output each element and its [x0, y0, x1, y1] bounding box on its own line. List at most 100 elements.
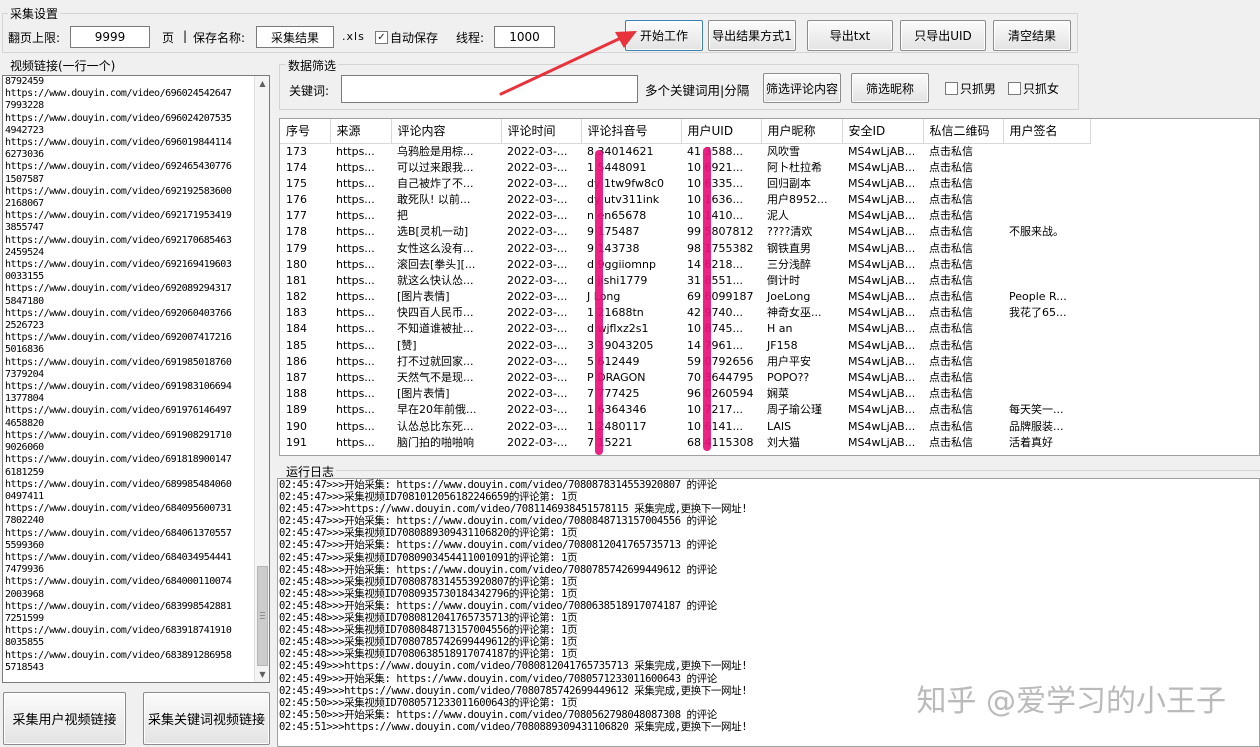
save-name-input[interactable]: [256, 26, 334, 48]
table-cell: 178: [286, 225, 307, 239]
table-cell[interactable]: 点击私信: [923, 321, 1003, 337]
table-row[interactable]: 178 https... 选B[灵机一动] 2022-03-... 9 175487 99…: [280, 224, 1090, 240]
page-unit-label: 页: [162, 31, 175, 45]
table-row[interactable]: 176 https... 敢死队! 以前... 2022-03-... dy utv31…: [280, 192, 1090, 208]
column-header[interactable]: 来源: [330, 119, 392, 144]
table-cell: https...: [336, 354, 375, 368]
table-cell: 68 4115308: [687, 435, 754, 449]
table-cell: https...: [336, 290, 375, 304]
table-cell: 认怂总比东死...: [397, 419, 474, 433]
table-cell: [1003, 143, 1090, 160]
table-row[interactable]: 175 https... 自己被炸了不... 2022-03-... dy 1tw9fw…: [280, 176, 1090, 192]
column-header[interactable]: 安全ID: [842, 119, 924, 144]
table-row[interactable]: 191 https... 脑门拍的啪啪响 2022-03-... 7 15221 68 4…: [280, 435, 1090, 451]
column-header[interactable]: 序号: [280, 119, 331, 144]
scroll-down-icon[interactable]: ▼: [255, 667, 269, 682]
table-cell[interactable]: 点击私信: [923, 338, 1003, 354]
table-cell: MS4wLjAB...: [848, 354, 916, 368]
table-cell[interactable]: 点击私信: [923, 208, 1003, 224]
table-cell: 我花了65...: [1009, 306, 1067, 320]
table-header-row: 序号 来源 评论内容 评论时间 评论抖音号 用户UID 用户昵称 安全ID 私信二维码 用户签名: [280, 119, 1091, 144]
page-limit-input[interactable]: [70, 26, 150, 48]
column-header[interactable]: 用户签名: [1003, 119, 1091, 144]
table-cell: 99 5807812: [687, 225, 754, 239]
table-cell: https...: [336, 241, 375, 255]
table-row[interactable]: 183 https... 快四百人民币... 2022-03-... 1 21688tn…: [280, 305, 1090, 321]
table-cell[interactable]: 点击私信: [923, 176, 1003, 192]
collect-keyword-links-button[interactable]: 采集关键词视频链接: [143, 692, 270, 745]
table-row[interactable]: 179 https... 女性这么没有... 2022-03-... 9 143738 9…: [280, 240, 1090, 256]
keyword-label: 关键词:: [289, 84, 330, 98]
column-header[interactable]: 评论抖音号: [581, 119, 682, 144]
table-cell: https...: [336, 273, 375, 287]
check-icon: ✓: [375, 31, 388, 44]
table-cell[interactable]: 点击私信: [923, 402, 1003, 418]
table-cell: 190: [286, 419, 307, 433]
table-row[interactable]: 185 https... [赞] 2022-03-... 3 19043205 14 79…: [280, 338, 1090, 354]
table-cell[interactable]: 点击私信: [923, 160, 1003, 176]
column-header[interactable]: 评论时间: [501, 119, 582, 144]
scroll-thumb[interactable]: [257, 566, 268, 666]
table-cell[interactable]: 点击私信: [923, 305, 1003, 321]
table-cell: MS4wLjAB...: [848, 387, 916, 401]
table-row[interactable]: 184 https... 不知道谁被扯... 2022-03-... d wjflxz2…: [280, 321, 1090, 337]
table-cell[interactable]: 点击私信: [923, 289, 1003, 305]
table-row[interactable]: 187 https... 天然气不是现... 2022-03-... P DRAGON 7…: [280, 370, 1090, 386]
column-header[interactable]: 评论内容: [391, 119, 502, 144]
column-header[interactable]: 私信二维码: [923, 119, 1004, 144]
table-cell[interactable]: 点击私信: [923, 240, 1003, 256]
table-cell: 187: [286, 371, 307, 385]
video-links-textarea[interactable]: 8792459 https://www.douyin.com/video/696…: [2, 75, 270, 683]
table-row[interactable]: 189 https... 早在20年前俄... 2022-03-... 1 636434…: [280, 402, 1090, 418]
table-cell[interactable]: 点击私信: [923, 192, 1003, 208]
table-cell: https...: [336, 257, 375, 271]
table-cell: MS4wLjAB...: [848, 225, 916, 239]
table-row[interactable]: 190 https... 认怂总比东死... 2022-03-... 1 2480117…: [280, 419, 1090, 435]
table-row[interactable]: 182 https... [图片表情] 2022-03-... J Long 69 609…: [280, 289, 1090, 305]
table-cell: [1003, 273, 1090, 289]
table-cell[interactable]: 点击私信: [923, 224, 1003, 240]
female-only-checkbox[interactable]: 只抓女: [1008, 80, 1059, 97]
clear-results-button[interactable]: 清空结果: [993, 20, 1071, 51]
table-cell: 2022-03-...: [507, 354, 568, 368]
table-row[interactable]: 174 https... 可以过来跟我... 2022-03-... 1 5448091…: [280, 160, 1090, 176]
table-cell[interactable]: 点击私信: [923, 435, 1003, 451]
auto-save-checkbox[interactable]: ✓ 自动保存: [375, 29, 438, 46]
table-row[interactable]: 186 https... 打不过就回家... 2022-03-... 5 612449 5…: [280, 354, 1090, 370]
table-cell[interactable]: 点击私信: [923, 419, 1003, 435]
table-cell[interactable]: 点击私信: [923, 143, 1003, 160]
table-cell: 10 7217...: [687, 403, 743, 417]
female-only-label: 只抓女: [1023, 82, 1060, 96]
export-txt-button[interactable]: 导出txt: [807, 20, 893, 51]
table-cell: https...: [336, 419, 375, 433]
table-cell: MS4wLjAB...: [848, 192, 916, 206]
table-cell: 41 3588...: [687, 144, 743, 158]
table-cell[interactable]: 点击私信: [923, 257, 1003, 273]
table-cell[interactable]: 点击私信: [923, 354, 1003, 370]
filter-nickname-button[interactable]: 筛选昵称: [851, 73, 929, 103]
table-cell[interactable]: 点击私信: [923, 370, 1003, 386]
table-row[interactable]: 173 https... 乌鸦脸是用棕... 2022-03-... 8 3401462…: [280, 143, 1090, 160]
export-uid-button[interactable]: 只导出UID: [900, 20, 986, 51]
column-header[interactable]: 用户UID: [681, 119, 762, 144]
table-row[interactable]: 180 https... 滚回去[拳头][... 2022-03-... d 9ggii…: [280, 257, 1090, 273]
column-header[interactable]: 用户昵称: [761, 119, 843, 144]
table-cell: 173: [286, 144, 307, 158]
male-only-checkbox[interactable]: 只抓男: [945, 80, 996, 97]
table-row[interactable]: 177 https... 把 2022-03-... n en65678 10 1410.…: [280, 208, 1090, 224]
scroll-up-icon[interactable]: ▲: [255, 76, 269, 91]
links-scrollbar[interactable]: ▲ ▼: [254, 76, 269, 682]
filter-comment-button[interactable]: 筛选评论内容: [763, 73, 841, 103]
table-cell: 风吹雪: [767, 144, 800, 158]
table-cell: 98 1755382: [687, 241, 754, 255]
table-cell: MS4wLjAB...: [848, 209, 916, 223]
table-row[interactable]: 181 https... 就这么快认怂... 2022-03-... d jishi17…: [280, 273, 1090, 289]
collect-user-links-button[interactable]: 采集用户视频链接: [3, 692, 126, 745]
table-cell[interactable]: 点击私信: [923, 273, 1003, 289]
table-cell: 2022-03-...: [507, 338, 568, 352]
results-table[interactable]: 序号 来源 评论内容 评论时间 评论抖音号 用户UID 用户昵称 安全ID 私信二维码 用户签名 …: [279, 118, 1260, 456]
export-mode-button[interactable]: 导出结果方式1: [708, 20, 796, 51]
links-group-title: 视频链接(一行一个): [8, 57, 118, 74]
table-row[interactable]: 188 https... [图片表情] 2022-03-... 7 777425 96 0…: [280, 386, 1090, 402]
table-cell[interactable]: 点击私信: [923, 386, 1003, 402]
